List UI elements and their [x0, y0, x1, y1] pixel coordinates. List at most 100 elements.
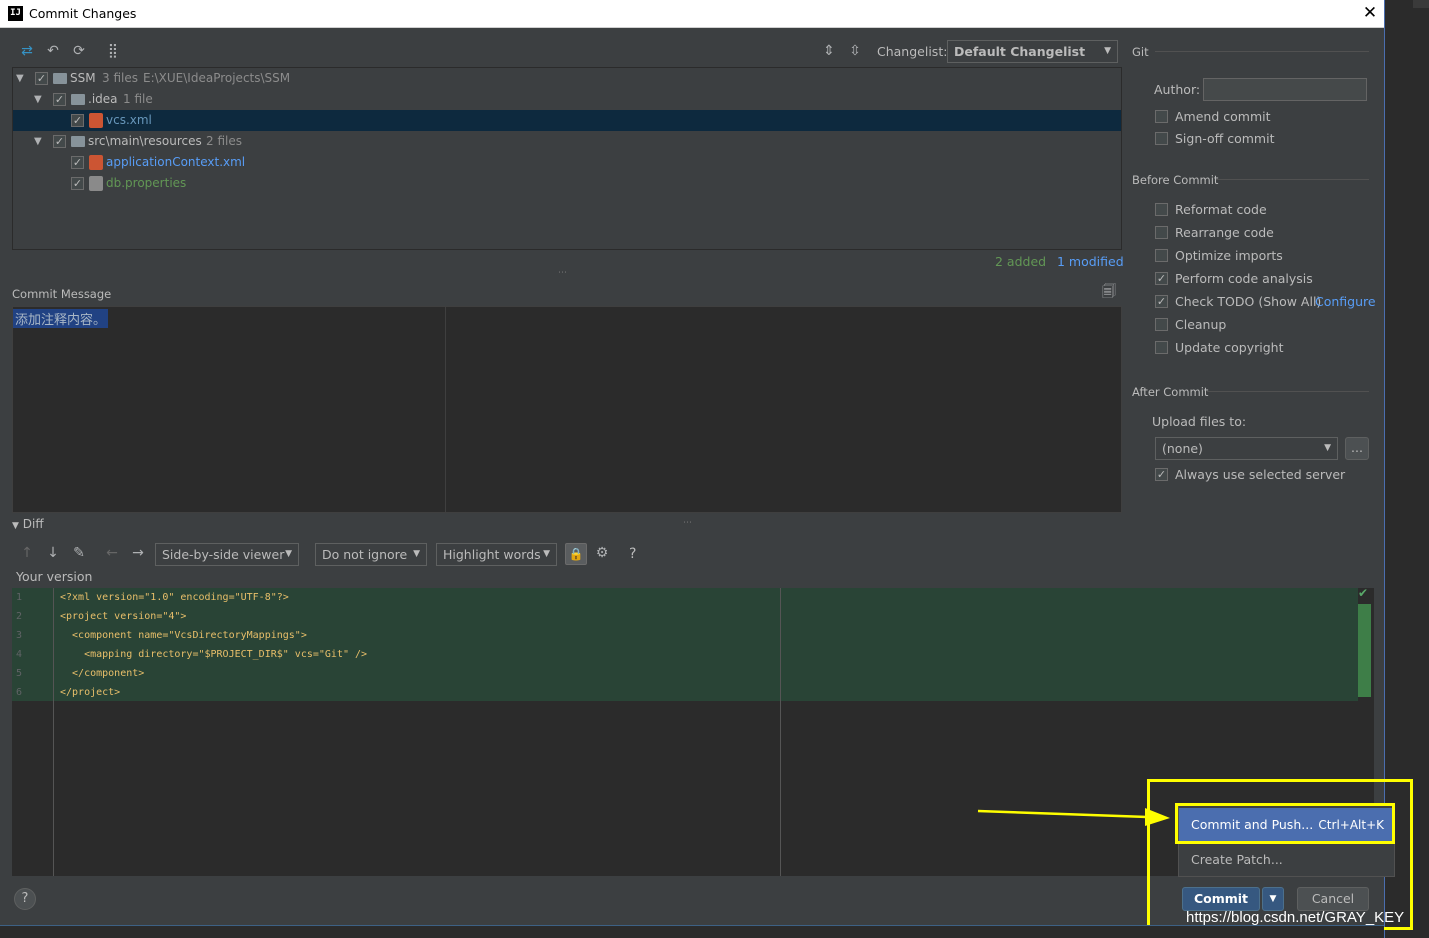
collapse-all-icon[interactable]: ⇳ — [846, 43, 864, 61]
app-context-checkbox[interactable]: ✓ — [71, 156, 84, 169]
show-diff-icon[interactable]: ⇄ — [18, 43, 36, 61]
refresh-icon[interactable]: ⟳ — [70, 43, 88, 61]
ignore-value: Do not ignore — [322, 547, 408, 562]
server-select[interactable]: (none) ▼ — [1155, 437, 1338, 460]
line-number: 5 — [16, 668, 23, 679]
resources-count: 2 files — [206, 134, 242, 148]
changes-tree[interactable]: ▼ ✓ SSM 3 files E:\XUE\IdeaProjects\SSM … — [12, 67, 1122, 250]
option-checkbox[interactable] — [1155, 341, 1168, 354]
code-text: <project version="4"> — [60, 611, 187, 622]
tree-row-db-properties[interactable]: ✓ db.properties — [13, 173, 1121, 194]
previous-diff-icon[interactable]: ↑ — [18, 545, 36, 563]
amend-checkbox[interactable] — [1155, 110, 1168, 123]
divider — [1155, 51, 1369, 52]
code-line: 3 <component name="VcsDirectoryMappings"… — [12, 626, 782, 645]
code-text: </project> — [60, 687, 121, 698]
diff-header[interactable]: ▼ Diff — [12, 517, 44, 531]
option-checkbox[interactable] — [1155, 203, 1168, 216]
chevron-down-icon: ▼ — [1104, 46, 1111, 56]
message-history-icon[interactable]: 🗐 — [1100, 284, 1118, 302]
close-icon[interactable]: ✕ — [1360, 2, 1380, 24]
line-number: 6 — [16, 687, 23, 698]
chevron-down-icon: ▼ — [543, 549, 550, 559]
tree-row-root[interactable]: ▼ ✓ SSM 3 files E:\XUE\IdeaProjects\SSM — [13, 68, 1121, 89]
vcs-checkbox[interactable]: ✓ — [71, 114, 84, 127]
viewer-value: Side-by-side viewer — [162, 547, 285, 562]
collapse-arrow-icon[interactable]: ▼ — [12, 521, 19, 531]
title-bar: IJ Commit Changes ✕ — [0, 0, 1384, 28]
gear-icon[interactable]: ⚙ — [593, 545, 611, 563]
group-by-icon[interactable]: ⣿ — [104, 43, 122, 61]
modified-count: 1 modified — [1057, 254, 1124, 269]
viewer-select[interactable]: Side-by-side viewer ▼ — [155, 543, 299, 566]
upload-label: Upload files to: — [1152, 414, 1247, 429]
option-label: Reformat code — [1175, 202, 1267, 217]
changelist-label: Changelist: — [877, 44, 948, 59]
option-label: Update copyright — [1175, 340, 1284, 355]
annotation-arrow — [977, 808, 1170, 826]
idea-name: .idea — [88, 92, 118, 106]
next-diff-icon[interactable]: ↓ — [44, 545, 62, 563]
expand-arrow-icon[interactable]: ▼ — [34, 89, 42, 110]
always-use-checkbox[interactable]: ✓ — [1155, 468, 1168, 481]
changelist-value: Default Changelist — [954, 44, 1086, 59]
highlight-select[interactable]: Highlight words ▼ — [436, 543, 557, 566]
xml-file-icon — [89, 113, 103, 128]
help-button[interactable]: ? — [14, 888, 36, 910]
your-version-label: Your version — [16, 569, 93, 584]
changelist-select[interactable]: Default Changelist ▼ — [947, 40, 1118, 63]
idea-count: 1 file — [123, 92, 153, 106]
status-strip — [0, 925, 1384, 938]
ignore-select[interactable]: Do not ignore ▼ — [315, 543, 427, 566]
resources-checkbox[interactable]: ✓ — [53, 135, 66, 148]
properties-file-icon — [89, 176, 103, 191]
configure-link[interactable]: Configure — [1315, 292, 1376, 312]
expand-arrow-icon[interactable]: ▼ — [16, 68, 24, 89]
db-checkbox[interactable]: ✓ — [71, 177, 84, 190]
commit-message-input[interactable]: 添加注释内容。 — [12, 306, 1122, 513]
code-line: 4 <mapping directory="$PROJECT_DIR$" vcs… — [12, 645, 782, 664]
tree-row-idea[interactable]: ▼ ✓ .idea 1 file — [13, 89, 1121, 110]
option-checkbox[interactable] — [1155, 318, 1168, 331]
edit-source-icon[interactable]: ✎ — [70, 545, 88, 563]
code-text: <?xml version="1.0" encoding="UTF-8"?> — [60, 592, 289, 603]
line-number: 4 — [16, 649, 23, 660]
idea-checkbox[interactable]: ✓ — [53, 93, 66, 106]
option-checkbox[interactable]: ✓ — [1155, 272, 1168, 285]
editor-scroll-stub — [1413, 0, 1429, 8]
splitter-handle[interactable]: ⋯ — [683, 518, 692, 528]
next-file-icon[interactable]: → — [129, 545, 147, 563]
commit-message-text: 添加注释内容。 — [13, 309, 109, 328]
code-line: 2 <project version="4"> — [12, 607, 782, 626]
tree-row-vcs-xml[interactable]: ✓ vcs.xml — [13, 110, 1121, 131]
added-count: 2 added — [995, 254, 1047, 269]
root-checkbox[interactable]: ✓ — [35, 72, 48, 85]
window-title: Commit Changes — [29, 6, 137, 21]
root-path: E:\XUE\IdeaProjects\SSM — [143, 71, 291, 85]
signoff-checkbox[interactable] — [1155, 132, 1168, 145]
option-label: Rearrange code — [1175, 225, 1274, 240]
rollback-icon[interactable]: ↶ — [44, 43, 62, 61]
diff-label: Diff — [22, 517, 44, 531]
previous-file-icon[interactable]: ← — [103, 545, 121, 563]
db-file-name: db.properties — [106, 176, 187, 190]
check-icon: ✔ — [1358, 586, 1369, 600]
splitter-handle[interactable]: ⋯ — [558, 268, 567, 278]
lock-icon[interactable]: 🔒 — [565, 543, 587, 565]
folder-icon — [71, 136, 85, 147]
option-checkbox[interactable]: ✓ — [1155, 295, 1168, 308]
option-checkbox[interactable] — [1155, 226, 1168, 239]
option-checkbox[interactable] — [1155, 249, 1168, 262]
annotation-outer-highlight — [1147, 779, 1413, 930]
chevron-down-icon: ▼ — [1324, 443, 1331, 453]
signoff-label: Sign-off commit — [1175, 131, 1275, 146]
expand-arrow-icon[interactable]: ▼ — [34, 131, 42, 152]
author-label: Author: — [1154, 82, 1201, 97]
diff-help-icon[interactable]: ? — [629, 546, 636, 562]
tree-row-app-context[interactable]: ✓ applicationContext.xml — [13, 152, 1121, 173]
tree-row-resources[interactable]: ▼ ✓ src\main\resources 2 files — [13, 131, 1121, 152]
author-input[interactable] — [1203, 78, 1367, 101]
expand-all-icon[interactable]: ⇕ — [820, 43, 838, 61]
right-margin-line — [445, 307, 446, 512]
browse-servers-button[interactable]: ... — [1345, 437, 1369, 460]
